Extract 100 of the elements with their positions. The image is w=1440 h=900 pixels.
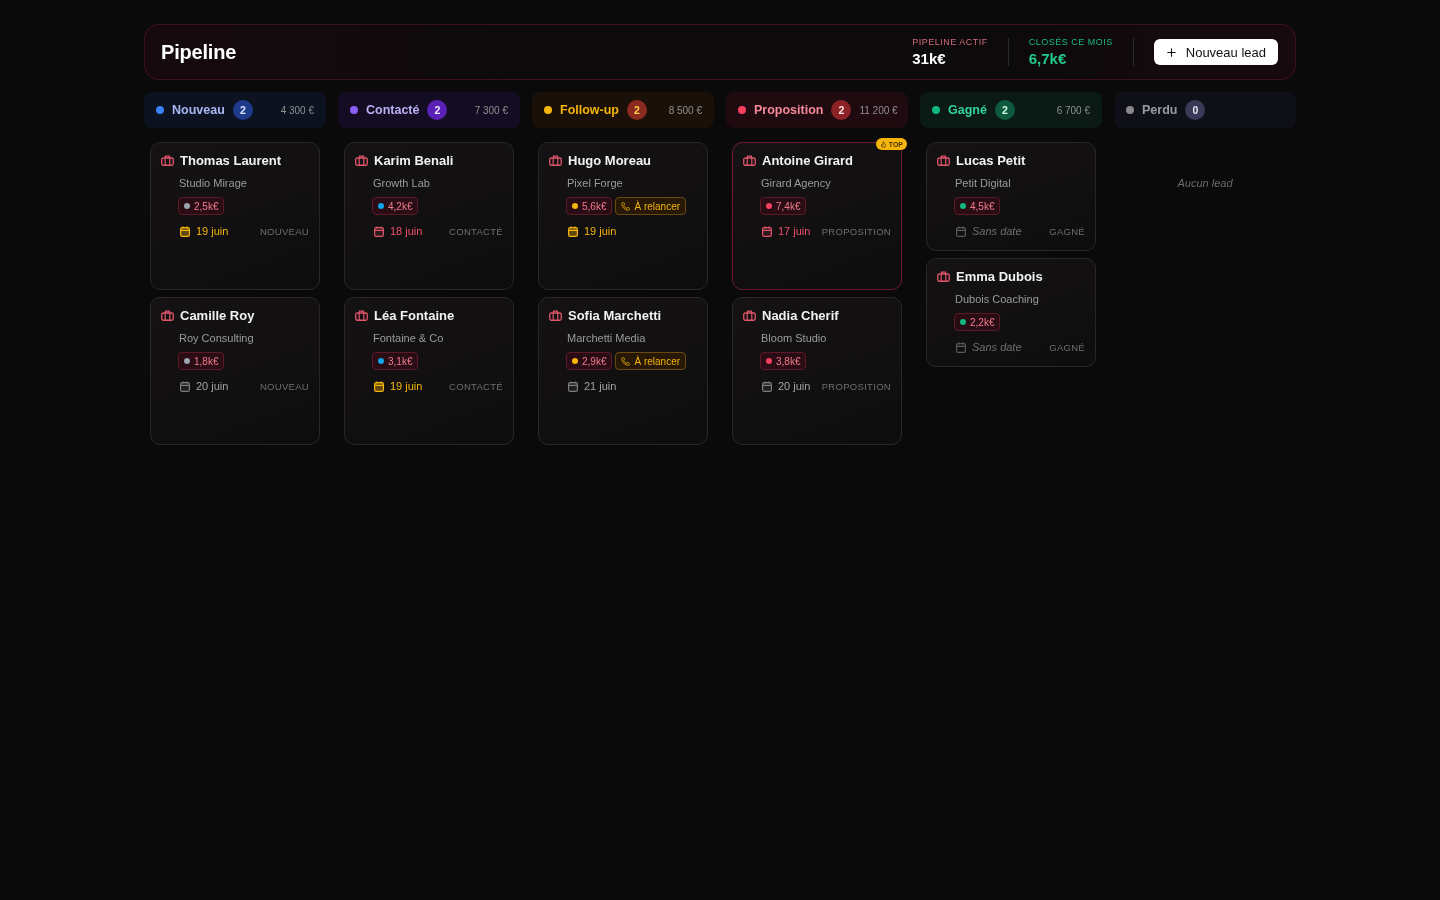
column-total: 7 300 € [474,104,508,116]
calendar-icon [568,225,578,237]
briefcase-icon [549,309,562,321]
lead-name: Sofia Marchetti [568,307,662,323]
due-date: Sans date [972,341,1022,353]
due-date: 18 juin [390,225,423,237]
due-date: 20 juin [778,380,811,392]
amount-value: 1,8k€ [194,355,219,367]
lead-card[interactable]: Hugo Moreau Pixel Forge 5,6k€ À relancer 19 juin [538,142,708,290]
company-name: Roy Consulting [179,331,254,345]
flame-icon [879,140,887,148]
lead-name: Karim Benali [374,152,454,168]
lead-count: 2 [427,100,448,120]
company-name: Girard Agency [761,176,831,190]
stat-value: 6,7k€ [1028,50,1067,67]
calendar-icon [956,341,966,353]
company-name: Pixel Forge [567,176,623,190]
stage-label: NOUVEAU [259,225,309,237]
company-name: Dubois Coaching [955,292,1039,306]
lead-card[interactable]: Camille Roy Roy Consulting 1,8k€ 20 juin NOUVEAU [150,297,320,445]
stat-value: 31k€ [912,50,946,67]
briefcase-icon [743,309,756,321]
lead-count: 2 [232,100,253,120]
column-total: 11 200 € [859,104,898,116]
amount-value: 5,6k€ [582,200,607,212]
lead-count: 2 [627,100,647,120]
calendar-icon [374,380,384,392]
column-title: Follow-up [560,103,619,117]
new-lead-button[interactable]: Nouveau lead [1153,39,1278,65]
stage-label: PROPOSITION [821,225,891,237]
lead-name: Léa Fontaine [374,307,455,323]
due-date: 21 juin [584,380,617,392]
briefcase-icon [161,154,174,166]
lead-name: Thomas Laurent [180,152,282,168]
calendar-icon [762,225,772,237]
page-title: Pipeline [161,40,237,64]
lead-name: Camille Roy [180,307,255,323]
amount-value: 4,2k€ [388,200,413,212]
briefcase-icon [937,154,950,166]
due-date: Sans date [972,225,1022,237]
amount-value: 2,5k€ [194,200,219,212]
amount-value: 7,4k€ [776,200,801,212]
amount-value: 2,9k€ [582,355,607,367]
lead-count: 0 [1185,100,1206,120]
amount-value: 4,5k€ [970,200,995,212]
column-title: Contacté [366,103,420,117]
stage-label: CONTACTÉ [449,380,503,392]
calendar-icon [568,380,578,392]
company-name: Bloom Studio [761,331,827,345]
calendar-icon [180,225,190,237]
due-date: 17 juin [778,225,811,237]
amount-value: 3,8k€ [776,355,801,367]
stage-label: PROPOSITION [821,380,891,392]
lead-card[interactable]: Emma Dubois Dubois Coaching 2,2k€ Sans date GAGNÉ [926,258,1096,367]
briefcase-icon [549,154,562,166]
lead-name: Emma Dubois [956,268,1043,284]
phone-icon [621,201,631,211]
calendar-icon [956,225,966,237]
stage-label: GAGNÉ [1049,225,1085,237]
lead-card[interactable]: Lucas Petit Petit Digital 4,5k€ Sans date GAGNÉ [926,142,1096,251]
calendar-icon [180,380,190,392]
due-date: 19 juin [196,225,229,237]
due-date: 19 juin [390,380,423,392]
lead-name: Hugo Moreau [568,152,652,168]
lead-count: 2 [831,100,852,120]
column-total: 6 700 € [1056,104,1090,116]
company-name: Fontaine & Co [373,331,444,345]
lead-count: 2 [994,100,1015,120]
calendar-icon [374,225,384,237]
lead-card[interactable]: Sofia Marchetti Marchetti Media 2,9k€ À relancer 21 juin [538,297,708,445]
plus-icon [1164,45,1178,59]
column-title: Perdu [1142,103,1178,117]
due-date: 20 juin [196,380,229,392]
column-total: 8 500 € [668,104,702,116]
stage-label: NOUVEAU [259,380,309,392]
column-title: Gagné [948,103,987,117]
due-date: 19 juin [584,225,617,237]
company-name: Marchetti Media [567,331,646,345]
company-name: Growth Lab [373,176,430,190]
follow-up-label: À relancer [634,355,681,367]
column-title: Proposition [754,103,824,117]
calendar-icon [762,380,772,392]
briefcase-icon [937,270,950,282]
company-name: Petit Digital [955,176,1011,190]
lead-card[interactable]: Léa Fontaine Fontaine & Co 3,1k€ 19 juin CONTACTÉ [344,297,514,445]
briefcase-icon [355,154,368,166]
stat-label: PIPELINE ACTIF [912,37,988,47]
column-title: Nouveau [172,103,225,117]
lead-card[interactable]: Karim Benali Growth Lab 4,2k€ 18 juin CONTACTÉ [344,142,514,290]
follow-up-label: À relancer [634,200,681,212]
stage-label: CONTACTÉ [449,225,503,237]
amount-value: 3,1k€ [388,355,413,367]
briefcase-icon [355,309,368,321]
briefcase-icon [161,309,174,321]
lead-card[interactable]: Nadia Cherif Bloom Studio 3,8k€ 20 juin PROPOSITION [732,297,902,445]
column-total: 4 300 € [280,104,314,116]
lead-card[interactable]: Thomas Laurent Studio Mirage 2,5k€ 19 juin NOUVEAU [150,142,320,290]
lead-name: Nadia Cherif [762,307,839,323]
company-name: Studio Mirage [179,176,247,190]
amount-value: 2,2k€ [970,316,995,328]
